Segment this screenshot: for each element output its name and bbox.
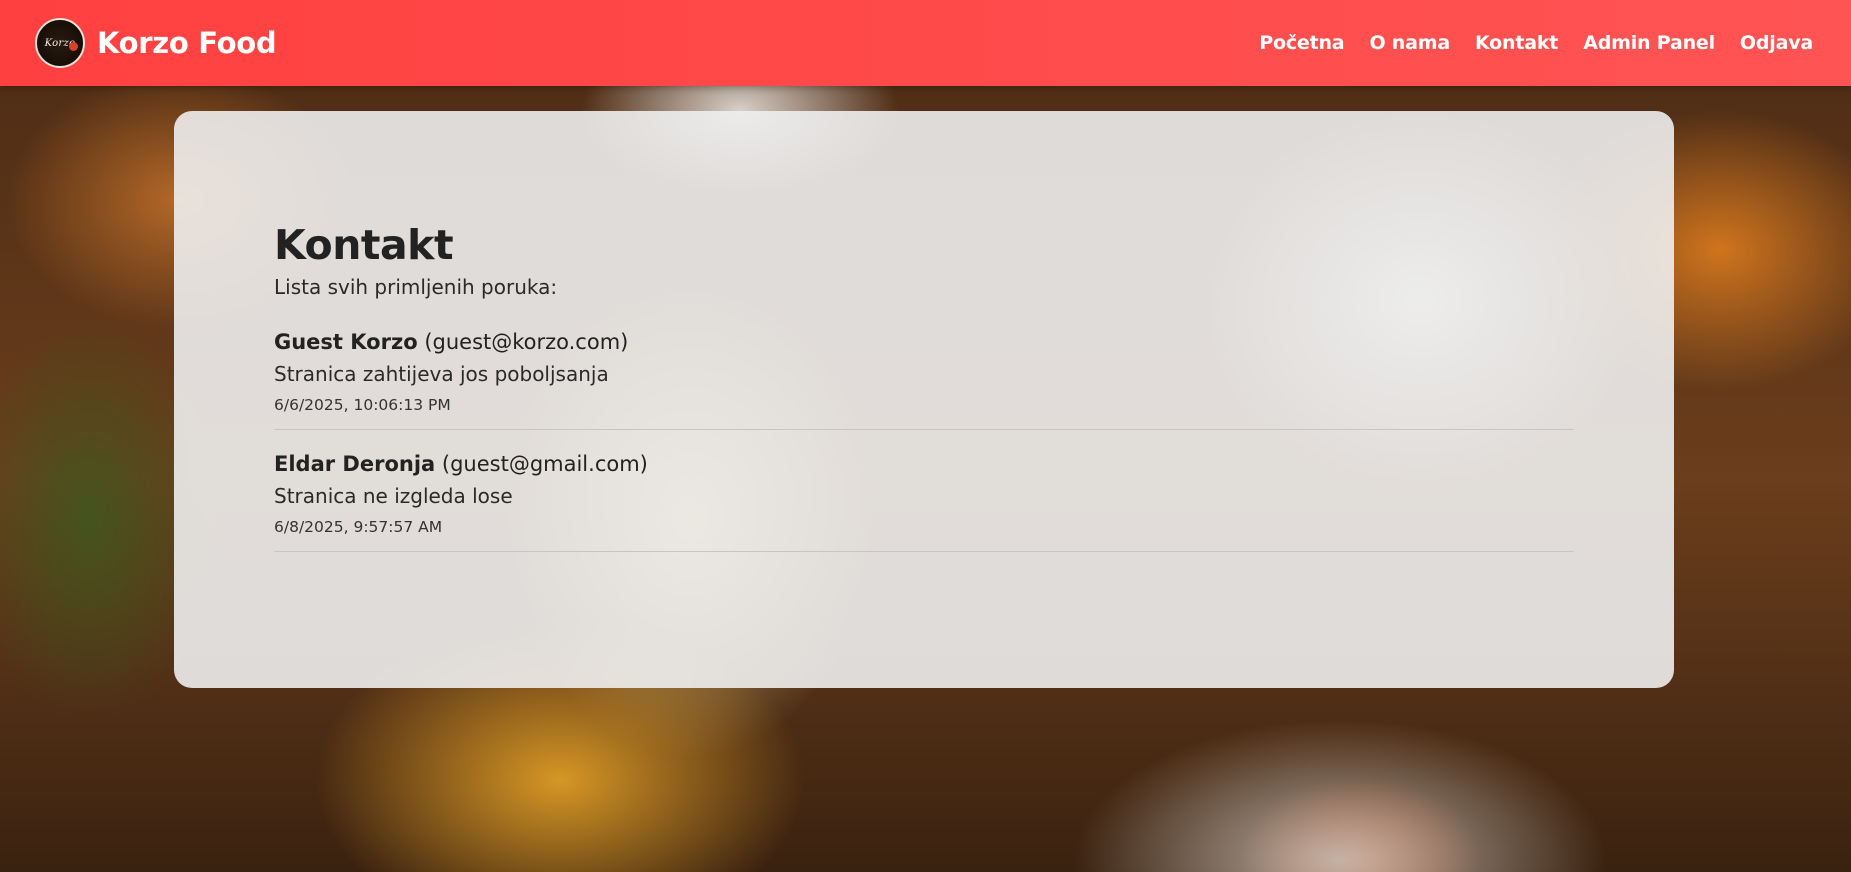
- navbar: Korzo Korzo Food Početna O nama Kontakt …: [0, 0, 1851, 86]
- logo-dot: [69, 42, 78, 51]
- nav-link-odjava[interactable]: Odjava: [1740, 32, 1813, 54]
- brand-name[interactable]: Korzo Food: [97, 26, 277, 60]
- message-item: Eldar Deronja (guest@gmail.com) Stranica…: [274, 450, 1574, 552]
- contact-card: Kontakt Lista svih primljenih poruka: Gu…: [174, 111, 1674, 688]
- brand[interactable]: Korzo Korzo Food: [35, 18, 277, 68]
- logo[interactable]: Korzo: [35, 18, 85, 68]
- page-subtitle: Lista svih primljenih poruka:: [274, 275, 558, 299]
- message-item: Guest Korzo (guest@korzo.com) Stranica z…: [274, 328, 1574, 430]
- nav-links: Početna O nama Kontakt Admin Panel Odjav…: [1234, 32, 1813, 54]
- nav-link-pocetna[interactable]: Početna: [1259, 32, 1344, 54]
- message-header: Guest Korzo (guest@korzo.com): [274, 328, 1574, 356]
- message-list: Guest Korzo (guest@korzo.com) Stranica z…: [274, 328, 1574, 552]
- message-timestamp: 6/8/2025, 9:57:57 AM: [274, 518, 443, 536]
- nav-link-o-nama[interactable]: O nama: [1369, 32, 1450, 54]
- page-title: Kontakt: [274, 221, 454, 269]
- message-sender-name: Eldar Deronja: [274, 452, 436, 476]
- nav-link-admin-panel[interactable]: Admin Panel: [1583, 32, 1715, 54]
- message-header: Eldar Deronja (guest@gmail.com): [274, 450, 1574, 478]
- message-sender-email: (guest@korzo.com): [424, 330, 629, 354]
- nav-link-kontakt[interactable]: Kontakt: [1475, 32, 1558, 54]
- message-text: Stranica ne izgleda lose: [274, 484, 513, 508]
- message-timestamp: 6/6/2025, 10:06:13 PM: [274, 396, 451, 414]
- message-sender-email: (guest@gmail.com): [441, 452, 648, 476]
- message-sender-name: Guest Korzo: [274, 330, 418, 354]
- message-text: Stranica zahtijeva jos poboljsanja: [274, 362, 609, 386]
